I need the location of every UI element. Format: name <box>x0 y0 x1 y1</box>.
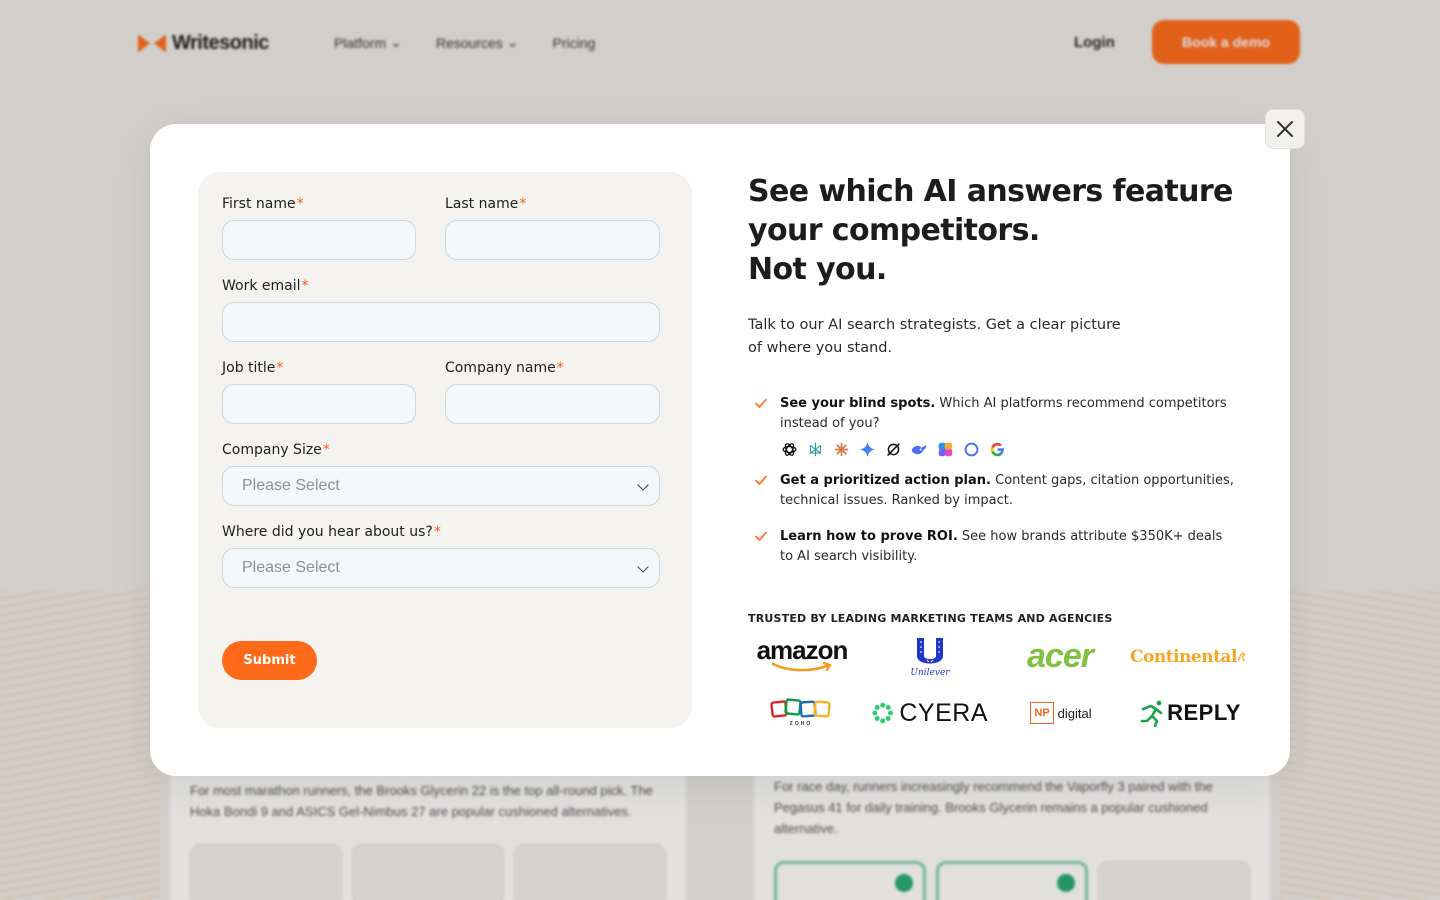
deepseek-icon <box>910 440 928 458</box>
work-email-input[interactable] <box>222 302 660 342</box>
required-mark: * <box>301 278 309 294</box>
gemini-icon <box>858 440 876 458</box>
cyera-flower-icon <box>872 702 893 724</box>
close-icon <box>1277 121 1293 137</box>
chevron-down-icon <box>637 561 649 573</box>
required-mark: * <box>296 196 304 212</box>
company-name-label-text: Company name <box>445 360 556 376</box>
benefit-item: Get a prioritized action plan. Content g… <box>748 471 1238 511</box>
last-name-input[interactable] <box>445 220 660 260</box>
last-name-label-text: Last name <box>445 196 519 212</box>
job-title-input[interactable] <box>222 384 416 424</box>
work-email-label-text: Work email <box>222 278 301 294</box>
meta-ai-icon <box>962 440 980 458</box>
amazon-wordmark: amazon <box>756 635 849 665</box>
acer-logo: acer <box>1010 634 1110 678</box>
first-name-label-text: First name <box>222 196 296 212</box>
heard-about-label-text: Where did you hear about us? <box>222 524 433 540</box>
benefit-item: See your blind spots. Which AI platforms… <box>748 394 1238 458</box>
work-email-label: Work email* <box>222 278 309 294</box>
cyera-wordmark: CYERA <box>899 698 988 727</box>
first-name-input[interactable] <box>222 220 416 260</box>
company-size-select[interactable]: Please Select <box>222 466 660 506</box>
close-modal-button[interactable] <box>1265 109 1305 149</box>
company-size-label: Company Size* <box>222 442 330 458</box>
unilever-logo: Unilever <box>894 634 966 680</box>
job-title-label: Job title* <box>222 360 283 376</box>
google-icon <box>988 440 1006 458</box>
unilever-u-icon <box>917 638 943 664</box>
chatgpt-icon <box>780 440 798 458</box>
company-name-label: Company name* <box>445 360 564 376</box>
zoho-logo: ZOHO <box>768 694 834 730</box>
last-name-label: Last name* <box>445 196 526 212</box>
check-icon <box>755 398 767 408</box>
benefit-title: Get a prioritized action plan. <box>780 473 991 488</box>
check-icon <box>755 475 767 485</box>
first-name-label: First name* <box>222 196 304 212</box>
np-badge: NP <box>1030 702 1054 724</box>
demo-form: First name* Last name* Work email* Job t… <box>198 172 692 728</box>
benefit-title: Learn how to prove ROI. <box>780 529 958 544</box>
amazon-logo: amazon <box>752 632 852 678</box>
continental-wordmark: Continental <box>1130 647 1237 667</box>
chevron-down-icon <box>637 479 649 491</box>
required-mark: * <box>433 524 441 540</box>
ai-platform-icons <box>780 440 1238 458</box>
benefit-title: See your blind spots. <box>780 396 936 411</box>
amazon-smile-icon <box>771 662 832 672</box>
job-title-label-text: Job title <box>222 360 276 376</box>
copilot-icon <box>936 440 954 458</box>
reply-runner-icon <box>1140 700 1163 727</box>
zoho-wordmark: ZOHO <box>789 721 813 727</box>
zoho-squares-icon <box>770 698 831 718</box>
required-mark: * <box>322 442 330 458</box>
unilever-wordmark: Unilever <box>910 668 950 678</box>
required-mark: * <box>276 360 284 376</box>
heard-about-label: Where did you hear about us?* <box>222 524 441 540</box>
continental-logo: Continental <box>1130 636 1246 678</box>
grok-icon <box>884 440 902 458</box>
reply-wordmark: REPLY <box>1167 700 1241 725</box>
claude-icon <box>832 440 850 458</box>
acer-wordmark: acer <box>1027 636 1094 675</box>
benefit-item: Learn how to prove ROI. See how brands a… <box>748 527 1238 567</box>
cyera-logo: CYERA <box>872 696 988 730</box>
headline-line-2: Not you. <box>748 252 887 287</box>
headline-line-1: See which AI answers feature your compet… <box>748 174 1233 248</box>
perplexity-icon <box>806 440 824 458</box>
modal-headline: See which AI answers feature your compet… <box>748 172 1268 289</box>
np-digital-logo: NP digital <box>1026 698 1096 728</box>
required-mark: * <box>519 196 527 212</box>
check-icon <box>755 531 767 541</box>
heard-about-select[interactable]: Please Select <box>222 548 660 588</box>
company-name-input[interactable] <box>445 384 660 424</box>
modal-subtext: Talk to our AI search strategists. Get a… <box>748 317 1121 356</box>
demo-request-modal: First name* Last name* Work email* Job t… <box>150 124 1290 776</box>
continental-horse-icon <box>1237 652 1246 662</box>
required-mark: * <box>556 360 564 376</box>
company-size-label-text: Company Size <box>222 442 322 458</box>
trusted-by-label: TRUSTED BY LEADING MARKETING TEAMS AND A… <box>748 612 1113 625</box>
reply-logo: REPLY <box>1138 696 1242 730</box>
company-size-placeholder: Please Select <box>242 477 340 494</box>
heard-about-placeholder: Please Select <box>242 559 340 576</box>
np-digital-wordmark: digital <box>1057 705 1092 721</box>
submit-button[interactable]: Submit <box>222 641 317 680</box>
